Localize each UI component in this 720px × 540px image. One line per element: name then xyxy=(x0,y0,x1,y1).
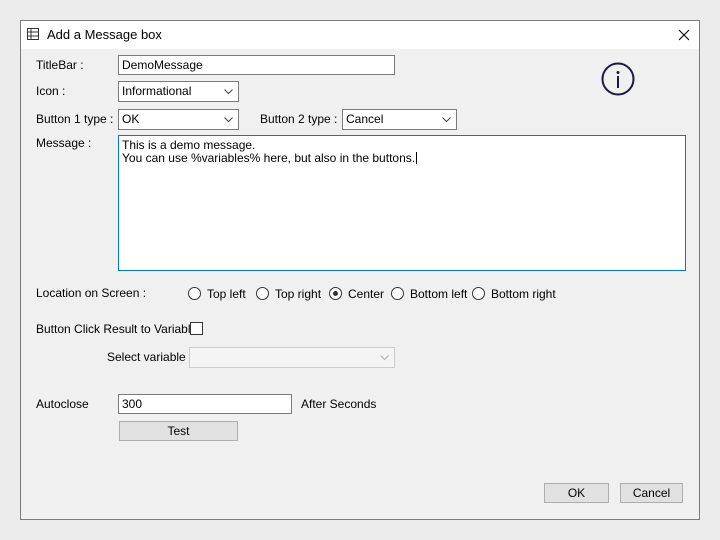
after-seconds-label: After Seconds xyxy=(301,397,377,411)
select-variable-label: Select variable xyxy=(107,350,186,364)
button1-type-label: Button 1 type : xyxy=(36,112,114,126)
title-bar: Add a Message box xyxy=(21,21,699,49)
message-label: Message : xyxy=(36,136,92,150)
icon-select-value: Informational xyxy=(122,84,192,98)
icon-select[interactable]: Informational xyxy=(118,81,239,102)
icon-label: Icon : xyxy=(36,84,66,98)
info-circle-icon xyxy=(601,62,635,96)
radio-circle xyxy=(329,287,342,300)
click-result-label: Button Click Result to Variable xyxy=(36,322,198,336)
button2-type-label: Button 2 type : xyxy=(260,112,338,126)
button2-type-select[interactable]: Cancel xyxy=(342,109,457,130)
message-line: You can use %variables% here, but also i… xyxy=(122,151,416,165)
button2-type-value: Cancel xyxy=(346,112,384,126)
location-label: Location on Screen : xyxy=(36,286,147,300)
cancel-button[interactable]: Cancel xyxy=(620,483,683,503)
window-title: Add a Message box xyxy=(47,27,162,42)
close-icon xyxy=(678,29,690,41)
chevron-down-icon xyxy=(224,117,233,123)
titlebar-label: TitleBar : xyxy=(36,58,84,72)
grid-table-icon xyxy=(27,28,39,40)
chevron-down-icon xyxy=(224,89,233,95)
radio-label: Top left xyxy=(207,287,246,301)
close-button[interactable] xyxy=(669,21,699,49)
titlebar-input[interactable]: DemoMessage xyxy=(118,55,395,75)
button1-type-select[interactable]: OK xyxy=(118,109,239,130)
radio-selected-dot xyxy=(333,291,338,296)
select-variable-dropdown[interactable] xyxy=(189,347,395,368)
text-caret xyxy=(416,152,418,164)
radio-label: Top right xyxy=(275,287,322,301)
autoclose-input[interactable]: 300 xyxy=(118,394,292,414)
radio-circle xyxy=(391,287,404,300)
radio-circle xyxy=(256,287,269,300)
radio-label: Center xyxy=(348,287,385,301)
ok-button[interactable]: OK xyxy=(544,483,609,503)
click-result-checkbox[interactable] xyxy=(190,322,203,335)
test-button[interactable]: Test xyxy=(119,421,238,441)
chevron-down-icon xyxy=(380,355,389,361)
autoclose-label: Autoclose xyxy=(36,397,89,411)
radio-label: Bottom left xyxy=(410,287,468,301)
message-textarea[interactable]: This is a demo message. You can use %var… xyxy=(118,135,686,271)
chevron-down-icon xyxy=(442,117,451,123)
radio-circle xyxy=(188,287,201,300)
radio-circle xyxy=(472,287,485,300)
message-box-dialog: Add a Message box TitleBar : DemoMessage… xyxy=(20,20,700,520)
button1-type-value: OK xyxy=(122,112,140,126)
radio-label: Bottom right xyxy=(491,287,556,301)
